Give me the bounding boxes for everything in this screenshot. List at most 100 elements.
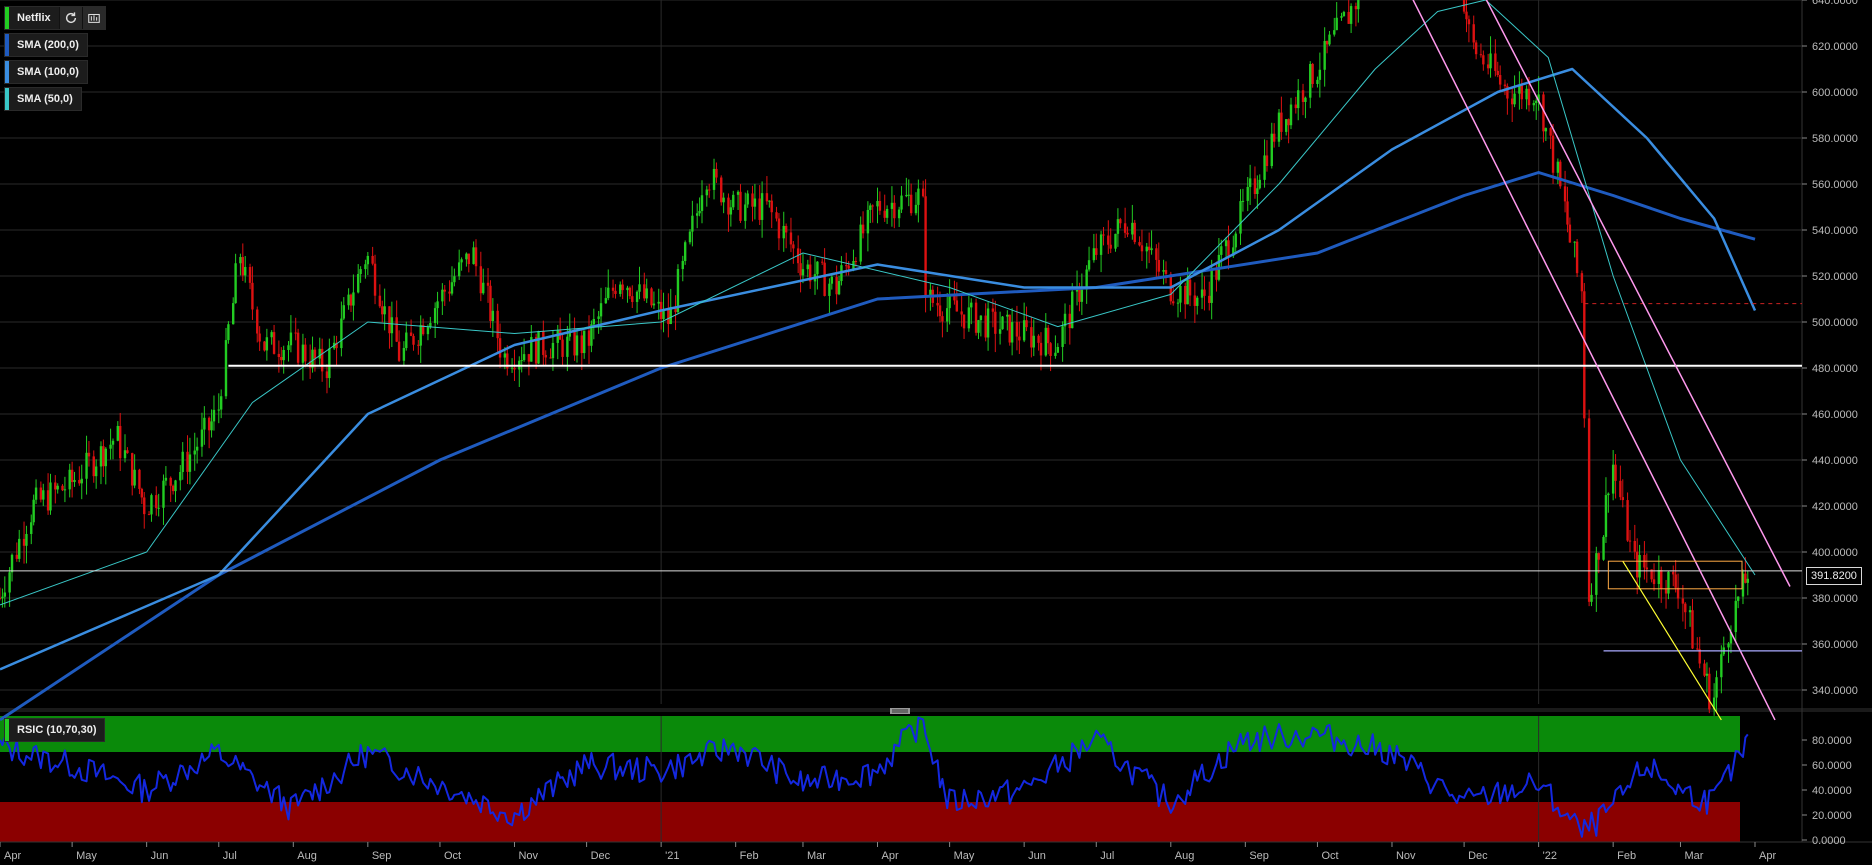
- candle-body: [111, 440, 115, 445]
- candle-body: [1119, 219, 1122, 224]
- candle-body: [1239, 201, 1242, 234]
- candle-body: [1532, 102, 1536, 106]
- candle-body: [1284, 119, 1288, 132]
- candle-body: [217, 409, 220, 411]
- candle-body: [99, 446, 103, 467]
- candle-body: [479, 266, 483, 294]
- candle-body: [131, 453, 134, 486]
- symbol-label[interactable]: Netflix: [9, 12, 59, 24]
- candle-body: [1068, 313, 1072, 329]
- candle-body: [1037, 335, 1040, 343]
- candle-body: [1297, 90, 1300, 109]
- candle-body: [1736, 596, 1740, 601]
- candle-body: [405, 332, 408, 348]
- candle-body: [498, 338, 502, 358]
- candle-body: [799, 263, 802, 276]
- candle-body: [342, 305, 345, 319]
- candle-body: [1280, 112, 1283, 132]
- y-tick-label: 400.0000: [1812, 547, 1858, 559]
- candle-body: [970, 302, 973, 308]
- candle-body: [1126, 232, 1129, 235]
- candle-body: [907, 194, 910, 196]
- indicator-rsi[interactable]: RSIC (10,70,30): [4, 718, 106, 742]
- candle-body: [806, 264, 809, 270]
- candle-body: [597, 316, 600, 319]
- candle-body: [1270, 133, 1273, 167]
- candle-body: [1186, 279, 1189, 305]
- candle-body: [789, 232, 793, 245]
- candle-body: [482, 282, 485, 294]
- x-tick-label: Oct: [1321, 850, 1338, 862]
- candle-body: [1342, 11, 1346, 17]
- candle-body: [962, 314, 966, 329]
- candle-body: [883, 210, 886, 218]
- candle-body: [1628, 540, 1632, 542]
- candle-body: [1674, 574, 1677, 588]
- candle-body: [1277, 112, 1281, 142]
- candle-body: [1520, 85, 1524, 100]
- candle-body: [1325, 40, 1329, 45]
- candle-body: [381, 306, 384, 315]
- indicator-sma-100[interactable]: SMA (100,0): [4, 60, 88, 84]
- refresh-icon[interactable]: [58, 7, 82, 29]
- candle-body: [758, 198, 761, 220]
- candle-body: [845, 265, 848, 267]
- candle-body: [116, 425, 120, 441]
- candle-body: [181, 451, 184, 473]
- candle-body: [1580, 273, 1584, 292]
- candle-body: [147, 514, 151, 516]
- candle-body: [753, 198, 757, 207]
- candle-body: [227, 324, 230, 341]
- candle-body: [984, 315, 987, 338]
- candle-body: [1544, 128, 1548, 132]
- candle-body: [582, 330, 586, 354]
- candle-body: [239, 257, 242, 264]
- candle-body: [1323, 40, 1326, 70]
- candle-body: [746, 193, 749, 205]
- candle-body: [503, 353, 507, 358]
- candle-body: [1215, 269, 1218, 280]
- candle-body: [1602, 536, 1605, 560]
- candle-body: [1253, 178, 1257, 194]
- candle-body: [1289, 104, 1293, 126]
- candle-body: [760, 193, 764, 220]
- x-tick-label: Mar: [1684, 850, 1703, 862]
- candle-body: [638, 284, 641, 292]
- chart-settings-icon[interactable]: [81, 7, 105, 29]
- candle-body: [510, 367, 514, 369]
- candle-body: [54, 482, 57, 490]
- candle-body: [900, 195, 903, 210]
- candle-body: [426, 327, 430, 335]
- candle-body: [736, 191, 740, 195]
- candle-body: [402, 347, 406, 361]
- candle-body: [1566, 201, 1569, 225]
- indicator-sma-50[interactable]: SMA (50,0): [4, 87, 82, 111]
- y-tick-label: 480.0000: [1812, 363, 1858, 375]
- candle-body: [34, 487, 38, 500]
- candle-body: [1513, 93, 1516, 105]
- candle-body: [522, 354, 526, 361]
- candle-body: [1333, 30, 1336, 35]
- candle-body: [695, 213, 699, 216]
- candle-body: [1652, 579, 1656, 585]
- candle-body: [241, 257, 245, 276]
- candle-body: [768, 200, 771, 202]
- candle-body: [1619, 480, 1622, 498]
- candle-body: [715, 168, 718, 178]
- candle-body: [219, 396, 223, 410]
- candle-body: [80, 478, 83, 484]
- candle-body: [722, 197, 725, 203]
- candle-body: [575, 335, 579, 356]
- indicator-sma-200[interactable]: SMA (200,0): [4, 33, 88, 57]
- sma-200-label: SMA (200,0): [17, 39, 79, 51]
- candle-body: [823, 262, 826, 296]
- candle-body: [1595, 553, 1598, 595]
- chart-canvas[interactable]: 680.0000660.0000640.0000620.0000600.0000…: [0, 0, 1872, 865]
- panel-resize-handle[interactable]: [890, 708, 910, 714]
- candle-body: [1087, 260, 1091, 270]
- candle-body: [1633, 540, 1636, 552]
- candle-body: [1479, 54, 1483, 56]
- candle-body: [967, 307, 971, 329]
- candle-body: [0, 598, 2, 599]
- candle-body: [472, 247, 475, 265]
